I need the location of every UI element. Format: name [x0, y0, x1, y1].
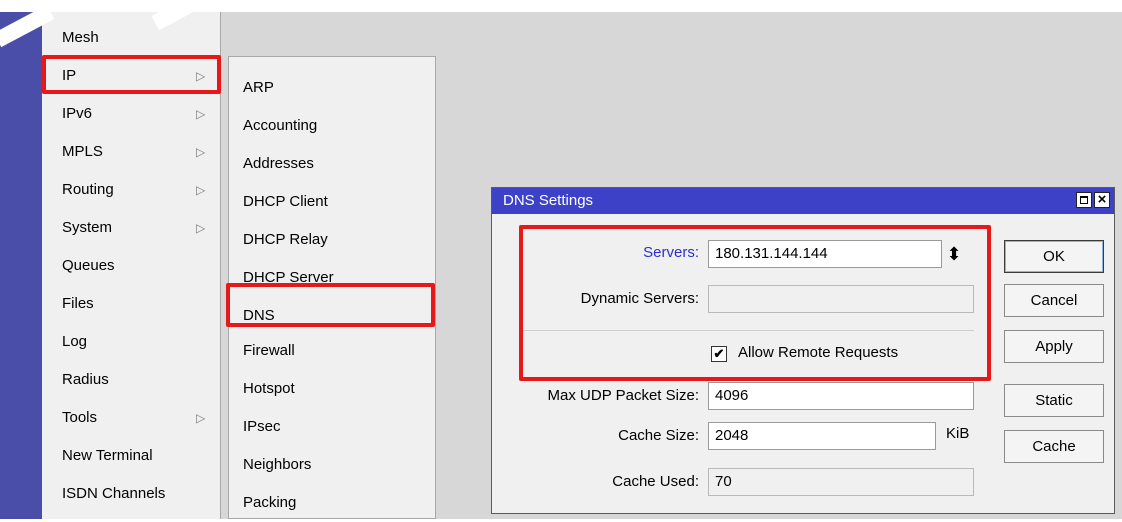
cache-used-field: 70	[708, 468, 974, 496]
menu-item-label: MPLS	[62, 143, 103, 160]
restore-button[interactable]	[1076, 192, 1092, 208]
submenu-item-arp[interactable]: ARP	[229, 69, 435, 105]
menu-item-queues[interactable]: Queues	[42, 248, 220, 284]
submenu-arrow-icon: ▷	[196, 411, 206, 425]
menu-item-label: New Terminal	[62, 447, 153, 464]
menu-item-system[interactable]: System ▷	[42, 210, 220, 246]
submenu-arrow-icon: ▷	[196, 221, 206, 235]
submenu-item-neighbors[interactable]: Neighbors	[229, 446, 435, 482]
menu-item-label: ISDN Channels	[62, 485, 166, 502]
submenu-arrow-icon: ▷	[196, 183, 206, 197]
left-vertical-bar	[0, 0, 42, 519]
submenu-item-label: Hotspot	[243, 380, 295, 397]
submenu-item-dhcp-client[interactable]: DHCP Client	[229, 183, 435, 219]
menu-item-routing[interactable]: Routing ▷	[42, 172, 220, 208]
submenu-item-label: Packing	[243, 494, 297, 511]
submenu-item-label: Firewall	[243, 342, 295, 359]
submenu-item-label: DHCP Relay	[243, 231, 328, 248]
menu-item-label: Queues	[62, 257, 115, 274]
menu-item-log[interactable]: Log	[42, 324, 220, 360]
static-button[interactable]: Static	[1004, 384, 1104, 417]
menu-item-label: Radius	[62, 371, 109, 388]
submenu-item-addresses[interactable]: Addresses	[229, 145, 435, 181]
submenu-item-packing[interactable]: Packing	[229, 484, 435, 520]
ok-button[interactable]: OK	[1004, 240, 1104, 273]
dialog-titlebar[interactable]: DNS Settings ×	[492, 188, 1114, 214]
apply-button[interactable]: Apply	[1004, 330, 1104, 363]
submenu-item-label: ARP	[243, 79, 274, 96]
cache-size-unit: KiB	[946, 425, 970, 442]
menu-item-label: Log	[62, 333, 88, 350]
submenu-item-firewall[interactable]: Firewall	[229, 332, 435, 368]
close-icon: ×	[1097, 191, 1107, 208]
dialog-title: DNS Settings	[503, 192, 594, 209]
submenu-item-label: DHCP Client	[243, 193, 328, 210]
max-udp-packet-size-input[interactable]: 4096	[708, 382, 974, 410]
menu-item-label: Files	[62, 295, 94, 312]
menu-item-mpls[interactable]: MPLS ▷	[42, 134, 220, 170]
menu-item-label: Mesh	[62, 29, 99, 46]
menu-item-ipv6[interactable]: IPv6 ▷	[42, 96, 220, 132]
menu-item-radius[interactable]: Radius	[42, 362, 220, 398]
submenu-item-label: Accounting	[243, 117, 318, 134]
cache-size-label: Cache Size:	[618, 427, 699, 444]
menu-item-label: IPv6	[62, 105, 93, 122]
menu-item-label: Routing	[62, 181, 114, 198]
submenu-item-ipsec[interactable]: IPsec	[229, 408, 435, 444]
submenu-item-label: Addresses	[243, 155, 314, 172]
menu-item-label: System	[62, 219, 113, 236]
close-button[interactable]: ×	[1094, 191, 1110, 208]
submenu-item-label: IPsec	[243, 418, 281, 435]
cache-used-label: Cache Used:	[612, 473, 699, 490]
menu-item-files[interactable]: Files	[42, 286, 220, 322]
submenu-arrow-icon: ▷	[196, 107, 206, 121]
submenu-arrow-icon: ▷	[196, 145, 206, 159]
submenu-item-label: Neighbors	[243, 456, 312, 473]
submenu-item-dhcp-relay[interactable]: DHCP Relay	[229, 221, 435, 257]
cancel-button[interactable]: Cancel	[1004, 284, 1104, 317]
menu-item-mesh[interactable]: Mesh	[42, 20, 220, 56]
menu-item-label: Tools	[62, 409, 98, 426]
highlight-box-ip	[42, 55, 221, 94]
max-udp-packet-size-label: Max UDP Packet Size:	[547, 387, 699, 404]
highlight-box-dns	[226, 283, 435, 327]
menu-item-isdn-channels[interactable]: ISDN Channels	[42, 476, 220, 512]
menu-item-new-terminal[interactable]: New Terminal	[42, 438, 220, 474]
cache-button[interactable]: Cache	[1004, 430, 1104, 463]
submenu-item-accounting[interactable]: Accounting	[229, 107, 435, 143]
cache-size-input[interactable]: 2048	[708, 422, 936, 450]
menu-item-tools[interactable]: Tools ▷	[42, 400, 220, 436]
restore-icon	[1080, 196, 1088, 204]
submenu-item-hotspot[interactable]: Hotspot	[229, 370, 435, 406]
highlight-box-dns-servers	[519, 225, 991, 381]
